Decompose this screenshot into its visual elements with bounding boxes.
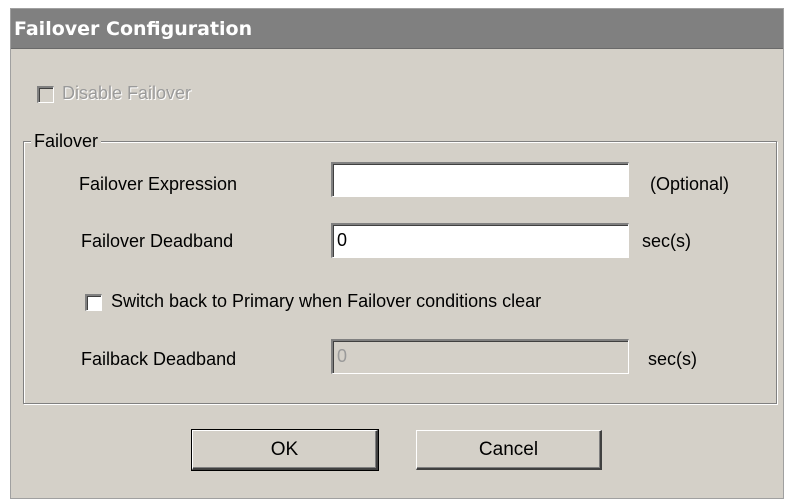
failover-configuration-dialog: Failover Configuration Disable Failover … bbox=[10, 8, 784, 499]
failback-deadband-label: Failback Deadband bbox=[81, 349, 237, 369]
disable-failover-checkbox[interactable] bbox=[37, 86, 54, 103]
failover-expression-label: Failover Expression bbox=[79, 174, 238, 194]
failover-deadband-label: Failover Deadband bbox=[81, 231, 234, 251]
dialog-title: Failover Configuration bbox=[11, 9, 783, 49]
optional-hint: (Optional) bbox=[650, 174, 730, 194]
disable-failover-label: Disable Failover bbox=[62, 83, 192, 103]
failover-expression-input[interactable] bbox=[331, 162, 629, 197]
failover-group-label: Failover bbox=[31, 131, 102, 152]
switch-back-checkbox[interactable] bbox=[85, 294, 102, 311]
failback-deadband-input[interactable]: 0 bbox=[331, 339, 629, 374]
ok-button[interactable]: OK bbox=[191, 429, 379, 471]
failover-deadband-unit: sec(s) bbox=[642, 231, 691, 251]
cancel-button[interactable]: Cancel bbox=[416, 430, 602, 470]
failover-deadband-input[interactable]: 0 bbox=[331, 223, 629, 258]
failback-deadband-unit: sec(s) bbox=[648, 349, 697, 369]
switch-back-label: Switch back to Primary when Failover con… bbox=[111, 291, 542, 311]
